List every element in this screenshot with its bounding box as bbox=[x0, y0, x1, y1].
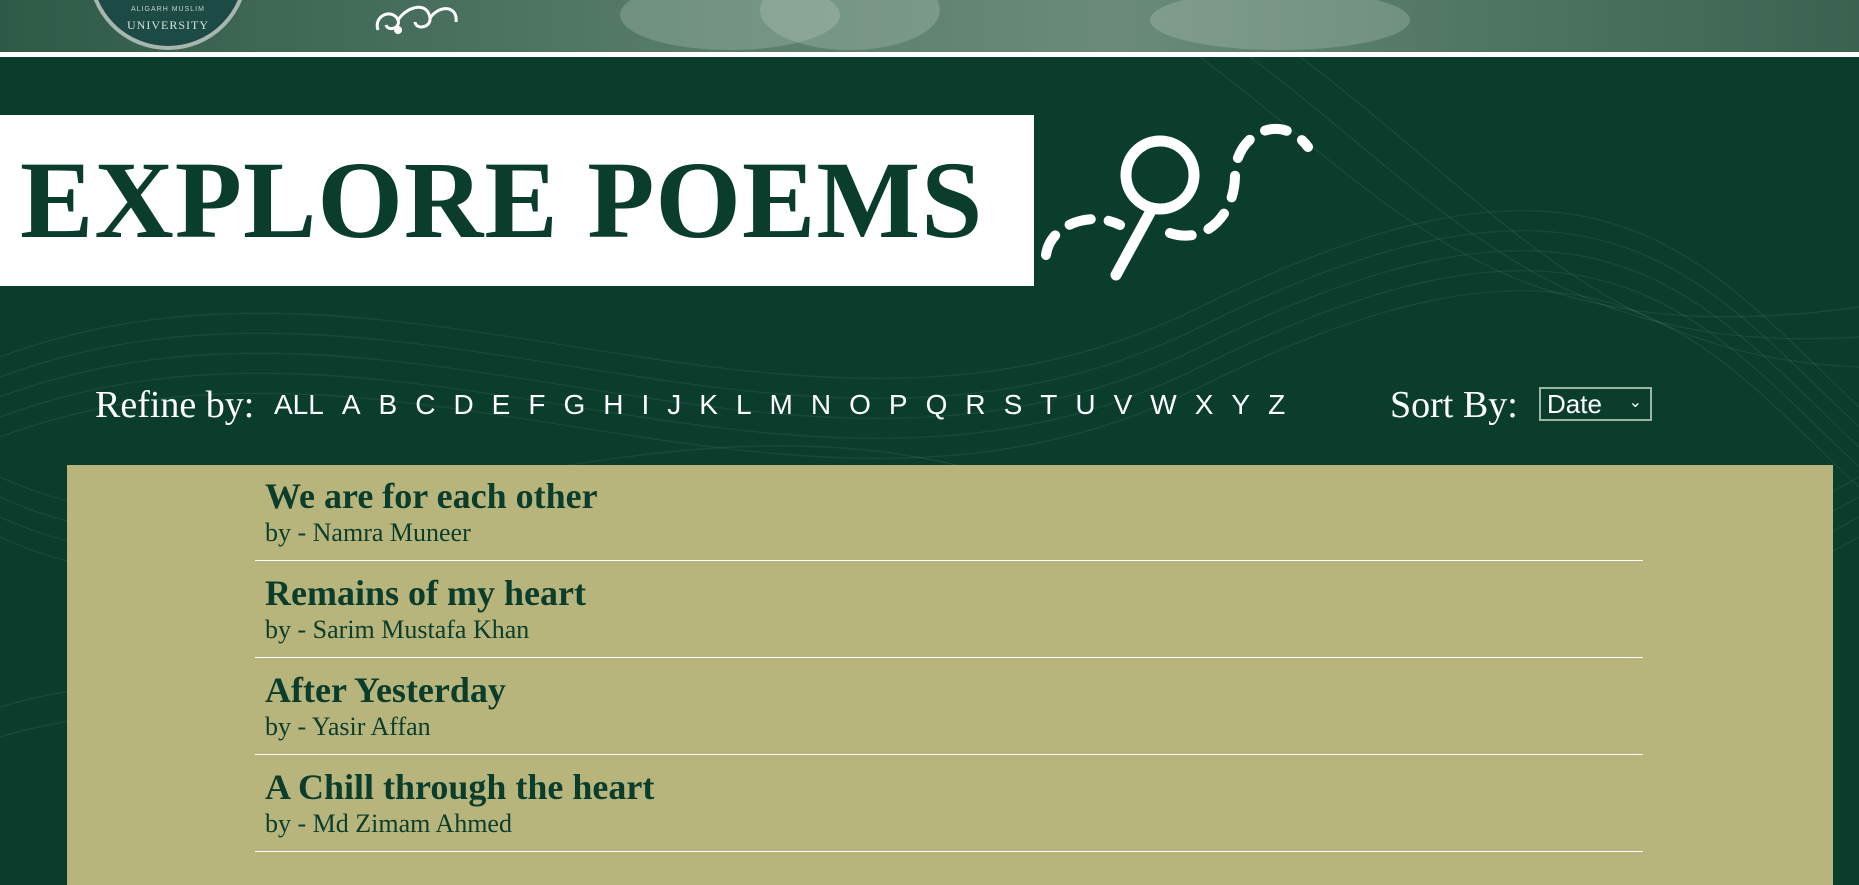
sort-select-value: Date bbox=[1547, 388, 1602, 419]
letter-filter-b[interactable]: B bbox=[370, 380, 407, 430]
poem-author: by - Yasir Affan bbox=[265, 712, 431, 741]
top-banner: ALIGARH MUSLIM UNIVERSITY bbox=[0, 0, 1859, 52]
letter-filter-z[interactable]: Z bbox=[1259, 380, 1294, 430]
letter-filter-m[interactable]: M bbox=[761, 380, 802, 430]
seal-small-text: ALIGARH MUSLIM bbox=[131, 6, 205, 13]
letter-filter-e[interactable]: E bbox=[483, 380, 520, 430]
list-item[interactable]: A Chill through the heart by - Md Zimam … bbox=[255, 756, 1643, 852]
letter-filter-v[interactable]: V bbox=[1105, 380, 1142, 430]
poem-title-link[interactable]: Remains of my heart bbox=[265, 572, 586, 614]
letter-filter-y[interactable]: Y bbox=[1222, 380, 1259, 430]
letter-filter-p[interactable]: P bbox=[880, 380, 917, 430]
poem-title-link[interactable]: After Yesterday bbox=[265, 669, 506, 711]
letter-filter-all[interactable]: ALL bbox=[265, 380, 333, 430]
refine-label: Refine by: bbox=[95, 384, 255, 426]
letter-filter-o[interactable]: O bbox=[840, 380, 880, 430]
letter-filter-x[interactable]: X bbox=[1186, 380, 1223, 430]
sort-label: Sort By: bbox=[1390, 384, 1518, 426]
university-seal-icon[interactable]: ALIGARH MUSLIM UNIVERSITY bbox=[88, 0, 248, 50]
list-item[interactable]: After Yesterday by - Yasir Affan bbox=[255, 659, 1643, 755]
sort-select[interactable]: Date ⌄ bbox=[1539, 387, 1652, 421]
letter-filter-j[interactable]: J bbox=[658, 380, 690, 430]
letter-filter-i[interactable]: I bbox=[632, 380, 658, 430]
letter-filter-c[interactable]: C bbox=[406, 380, 444, 430]
letter-filter-l[interactable]: L bbox=[727, 380, 761, 430]
page-title-box: EXPLORE POEMS bbox=[0, 115, 1034, 286]
poem-author: by - Sarim Mustafa Khan bbox=[265, 615, 530, 644]
letter-filter-d[interactable]: D bbox=[444, 380, 482, 430]
list-item[interactable]: Remains of my heart by - Sarim Mustafa K… bbox=[255, 562, 1643, 658]
poem-author: by - Namra Muneer bbox=[265, 518, 471, 547]
poem-title-link[interactable]: We are for each other bbox=[265, 475, 598, 517]
letter-filter-h[interactable]: H bbox=[594, 380, 632, 430]
letter-filter-list: ALL A B C D E F G H I J K L M N O P Q R S T U V W X Y Z bbox=[265, 380, 1294, 430]
poem-author: by - Md Zimam Ahmed bbox=[265, 809, 512, 838]
letter-filter-g[interactable]: G bbox=[554, 380, 594, 430]
letter-filter-w[interactable]: W bbox=[1141, 380, 1185, 430]
letter-filter-t[interactable]: T bbox=[1031, 380, 1066, 430]
letter-filter-r[interactable]: R bbox=[956, 380, 994, 430]
letter-filter-s[interactable]: S bbox=[995, 380, 1032, 430]
letter-filter-f[interactable]: F bbox=[519, 380, 554, 430]
letter-filter-u[interactable]: U bbox=[1066, 380, 1104, 430]
letter-filter-k[interactable]: K bbox=[690, 380, 727, 430]
poem-title-link[interactable]: A Chill through the heart bbox=[265, 766, 654, 808]
list-item[interactable]: We are for each other by - Namra Muneer bbox=[255, 465, 1643, 561]
letter-filter-a[interactable]: A bbox=[333, 380, 370, 430]
swirl-logo-icon bbox=[375, 5, 458, 34]
letter-filter-n[interactable]: N bbox=[802, 380, 840, 430]
magnifier-icon bbox=[1041, 123, 1313, 281]
chevron-down-icon: ⌄ bbox=[1628, 394, 1642, 411]
letter-filter-q[interactable]: Q bbox=[917, 380, 957, 430]
cloud-decoration bbox=[1150, 0, 1410, 50]
poem-list-panel: We are for each other by - Namra Muneer … bbox=[67, 465, 1833, 885]
seal-text: UNIVERSITY bbox=[127, 18, 209, 32]
page-title: EXPLORE POEMS bbox=[20, 139, 984, 261]
